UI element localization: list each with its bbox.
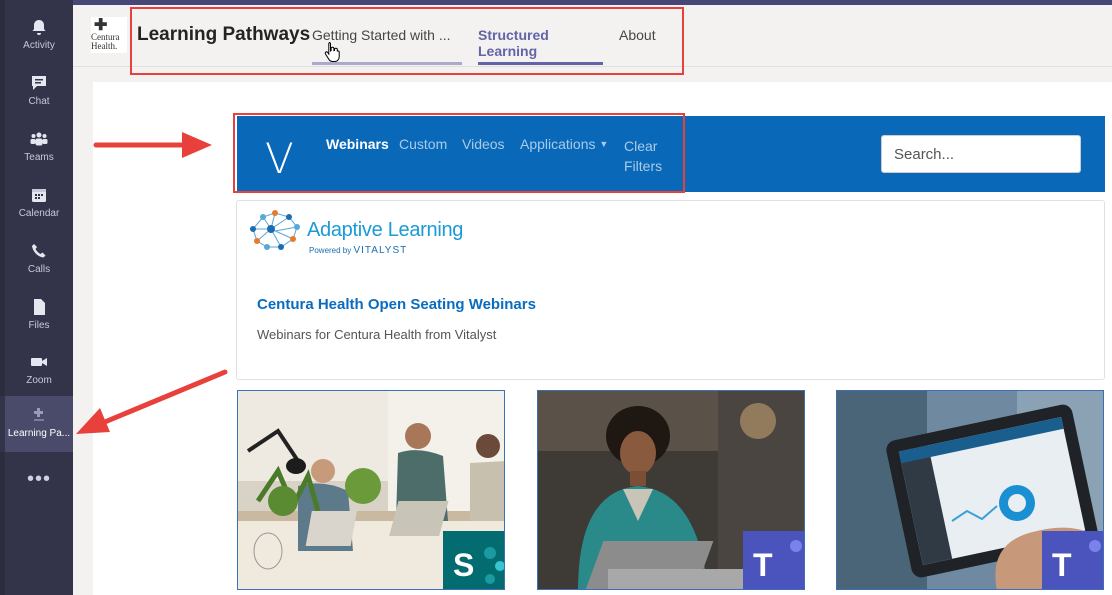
- teams-app-rail: Activity Chat Teams Calendar Calls Files…: [0, 0, 73, 595]
- annotation-arrow-right: [93, 132, 212, 158]
- centura-health-logo: ✚ Centura Health.: [91, 17, 127, 53]
- card-title[interactable]: Centura Health Open Seating Webinars: [257, 296, 536, 313]
- rail-item-chat[interactable]: Chat: [5, 66, 73, 118]
- rail-item-files[interactable]: Files: [5, 290, 73, 342]
- rail-item-label: Zoom: [26, 375, 52, 386]
- rail-item-calls[interactable]: Calls: [5, 234, 73, 286]
- powered-name: VITALYST: [353, 245, 408, 256]
- woman-laptop-image: T: [538, 391, 804, 589]
- bell-icon: [32, 20, 46, 35]
- phone-icon: [32, 244, 46, 258]
- card-description: Webinars for Centura Health from Vitalys…: [257, 327, 497, 342]
- rail-item-label: Learning Pa...: [7, 428, 71, 439]
- annotation-box-tabs: [130, 7, 684, 75]
- video-icon: [31, 358, 47, 366]
- svg-text:S: S: [453, 547, 474, 583]
- rail-item-label: Calendar: [18, 208, 60, 219]
- chat-icon: [32, 76, 46, 90]
- brand-name: Adaptive Learning: [307, 219, 464, 241]
- rail-item-label: Teams: [24, 152, 54, 163]
- rail-item-zoom[interactable]: Zoom: [5, 345, 73, 397]
- powered-prefix: Powered by: [309, 246, 352, 255]
- rail-item-label: Files: [28, 320, 50, 331]
- tile-sharepoint[interactable]: S: [237, 390, 505, 590]
- teams-icon: [30, 132, 48, 146]
- tablet-dashboard-image: T: [837, 391, 1103, 589]
- more-apps-icon[interactable]: •••: [5, 468, 73, 491]
- svg-text:T: T: [753, 547, 773, 583]
- calendar-icon: [32, 189, 46, 202]
- brand-powered: Powered by VITALYST: [309, 245, 407, 256]
- rail-item-learning-pathways[interactable]: Learning Pa...: [0, 396, 73, 452]
- rail-item-calendar[interactable]: Calendar: [5, 178, 73, 230]
- tile-teams-1[interactable]: T: [537, 390, 805, 590]
- app-icon: [34, 408, 44, 421]
- logo-text-2: Health.: [91, 41, 118, 51]
- brain-network-icon: [250, 210, 300, 250]
- rail-item-activity[interactable]: Activity: [5, 10, 73, 62]
- search-input[interactable]: Search...: [881, 135, 1081, 173]
- file-icon: [34, 299, 45, 315]
- adaptive-learning-logo: Adaptive Learning Powered by VITALYST: [245, 207, 465, 256]
- rail-item-teams[interactable]: Teams: [5, 122, 73, 174]
- annotation-arrow-left: [76, 369, 228, 434]
- rail-item-label: Activity: [23, 40, 55, 51]
- tile-teams-2[interactable]: T: [836, 390, 1104, 590]
- annotation-box-nav: [233, 113, 685, 193]
- cross-icon: ✚: [94, 17, 108, 34]
- rail-item-label: Calls: [27, 264, 51, 275]
- svg-text:T: T: [1052, 547, 1072, 583]
- rail-item-label: Chat: [28, 96, 50, 107]
- webinar-card[interactable]: Adaptive Learning Powered by VITALYST Ce…: [236, 200, 1105, 380]
- office-meeting-image: S: [238, 391, 504, 589]
